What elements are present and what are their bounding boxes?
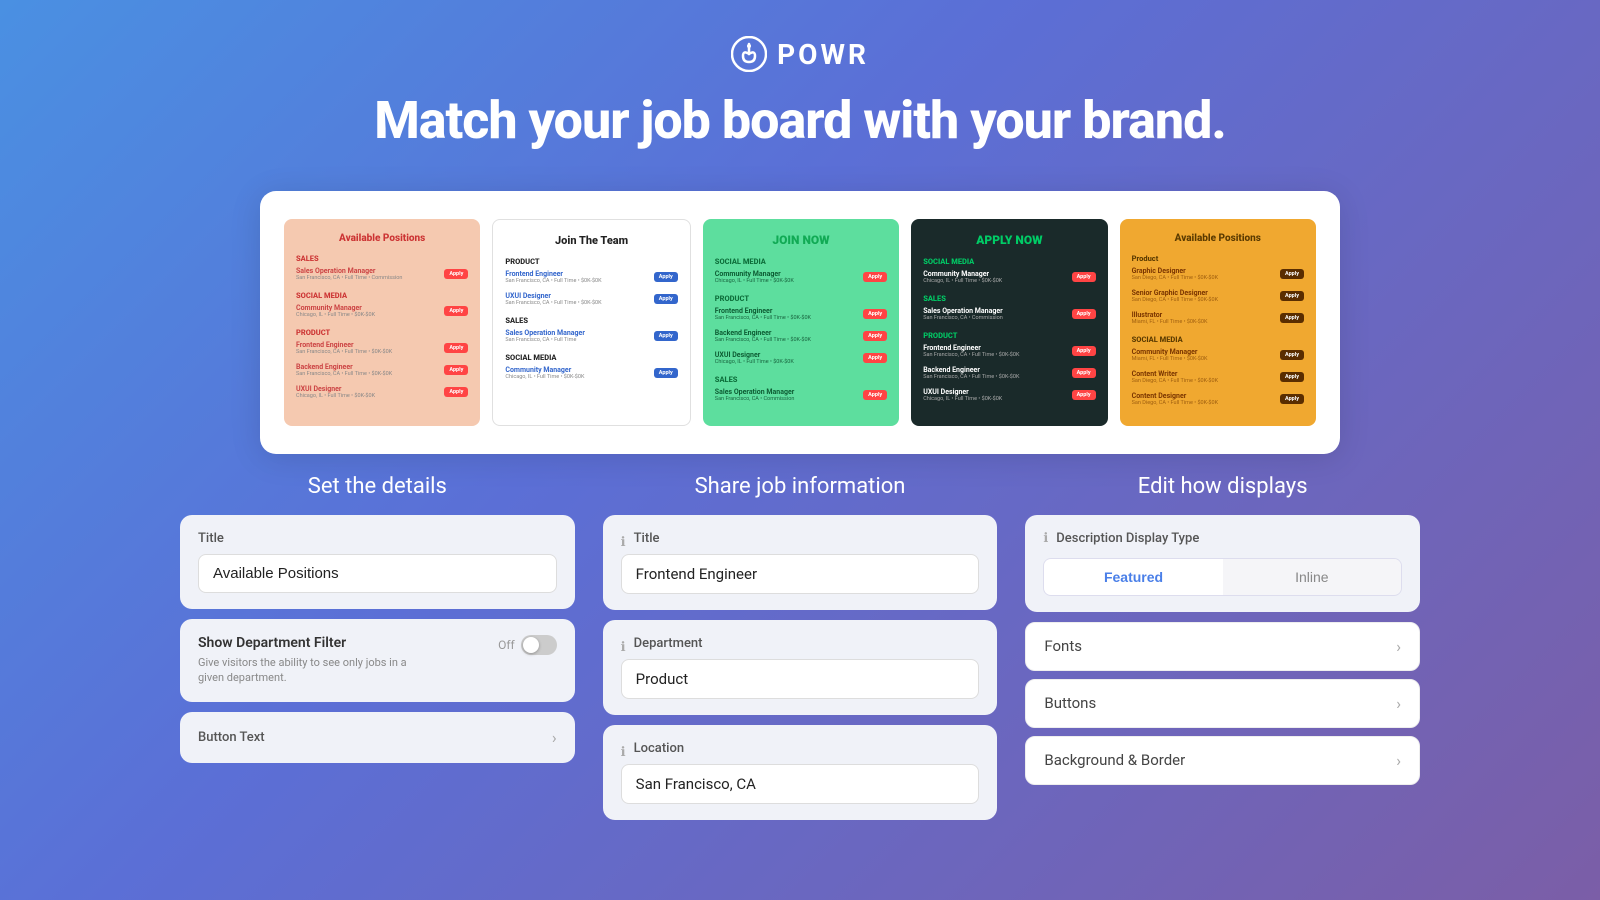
card1-dept1: SALES <box>296 254 468 263</box>
preview-container: Available Positions SALES Sales Operatio… <box>260 191 1340 454</box>
toggle-state: Off <box>498 638 515 652</box>
title-input[interactable] <box>198 554 557 593</box>
background-label: Background & Border <box>1044 751 1185 769</box>
featured-button[interactable]: Featured <box>1044 559 1222 595</box>
details-heading: Set the details <box>180 474 575 499</box>
card4-title: APPLY NOW <box>923 233 1095 247</box>
buttons-arrow-icon: › <box>1396 694 1401 713</box>
fonts-label: Fonts <box>1044 637 1082 655</box>
share-column: Share job information ℹ Title Frontend E… <box>603 474 998 830</box>
title-label: Title <box>198 531 557 546</box>
title-panel: Title <box>180 515 575 609</box>
button-text-label: Button Text <box>198 730 265 745</box>
display-type-buttons: Featured Inline <box>1043 558 1402 596</box>
button-text-arrow-icon: › <box>552 728 557 747</box>
dept-filter-desc: Give visitors the ability to see only jo… <box>198 655 418 686</box>
desc-type-info-icon: ℹ <box>1043 531 1048 546</box>
powr-logo-icon <box>731 36 767 72</box>
logo-area: POWR <box>0 36 1600 72</box>
share-title-label: Title <box>634 531 660 546</box>
share-location-value[interactable]: San Francisco, CA <box>621 764 980 804</box>
display-heading: Edit how displays <box>1025 474 1420 499</box>
logo-text: POWR <box>777 38 869 71</box>
share-heading: Share job information <box>603 474 998 499</box>
fonts-arrow-icon: › <box>1396 637 1401 656</box>
buttons-label: Buttons <box>1044 694 1096 712</box>
share-dept-info-icon: ℹ <box>621 640 626 655</box>
bottom-section: Set the details Title Show Department Fi… <box>160 474 1440 830</box>
share-location-label: Location <box>634 741 684 756</box>
background-arrow-icon: › <box>1396 751 1401 770</box>
desc-type-panel: ℹ Description Display Type Featured Inli… <box>1025 515 1420 612</box>
share-dept-panel: ℹ Department Product <box>603 620 998 715</box>
inline-button[interactable]: Inline <box>1223 559 1401 595</box>
desc-type-label: Description Display Type <box>1056 531 1199 546</box>
card3-title: JOIN NOW <box>715 233 887 247</box>
dept-filter-label: Show Department Filter <box>198 635 418 651</box>
dept-filter-toggle[interactable] <box>521 635 557 655</box>
share-location-info-icon: ℹ <box>621 745 626 760</box>
card2-title: Join The Team <box>505 234 677 247</box>
card5-title: Available Positions <box>1132 233 1304 244</box>
fonts-panel[interactable]: Fonts › <box>1025 622 1420 671</box>
toggle-thumb <box>523 637 539 653</box>
share-location-panel: ℹ Location San Francisco, CA <box>603 725 998 820</box>
details-column: Set the details Title Show Department Fi… <box>180 474 575 830</box>
preview-card-green: JOIN NOW SOCIAL MEDIA Community ManagerC… <box>703 219 899 426</box>
share-title-info-icon: ℹ <box>621 535 626 550</box>
share-title-value[interactable]: Frontend Engineer <box>621 554 980 594</box>
button-text-panel[interactable]: Button Text › <box>180 712 575 763</box>
card1-title: Available Positions <box>296 233 468 244</box>
main-headline: Match your job board with your brand. <box>0 90 1600 151</box>
share-dept-label: Department <box>634 636 703 651</box>
background-panel[interactable]: Background & Border › <box>1025 736 1420 785</box>
preview-card-white: Join The Team PRODUCT Frontend EngineerS… <box>492 219 690 426</box>
share-title-panel: ℹ Title Frontend Engineer <box>603 515 998 610</box>
preview-card-orange: Available Positions Product Graphic Desi… <box>1120 219 1316 426</box>
share-dept-value[interactable]: Product <box>621 659 980 699</box>
display-column: Edit how displays ℹ Description Display … <box>1025 474 1420 830</box>
dept-filter-panel: Show Department Filter Give visitors the… <box>180 619 575 702</box>
buttons-panel[interactable]: Buttons › <box>1025 679 1420 728</box>
preview-card-dark: APPLY NOW SOCIAL MEDIA Community Manager… <box>911 219 1107 426</box>
preview-card-salmon: Available Positions SALES Sales Operatio… <box>284 219 480 426</box>
